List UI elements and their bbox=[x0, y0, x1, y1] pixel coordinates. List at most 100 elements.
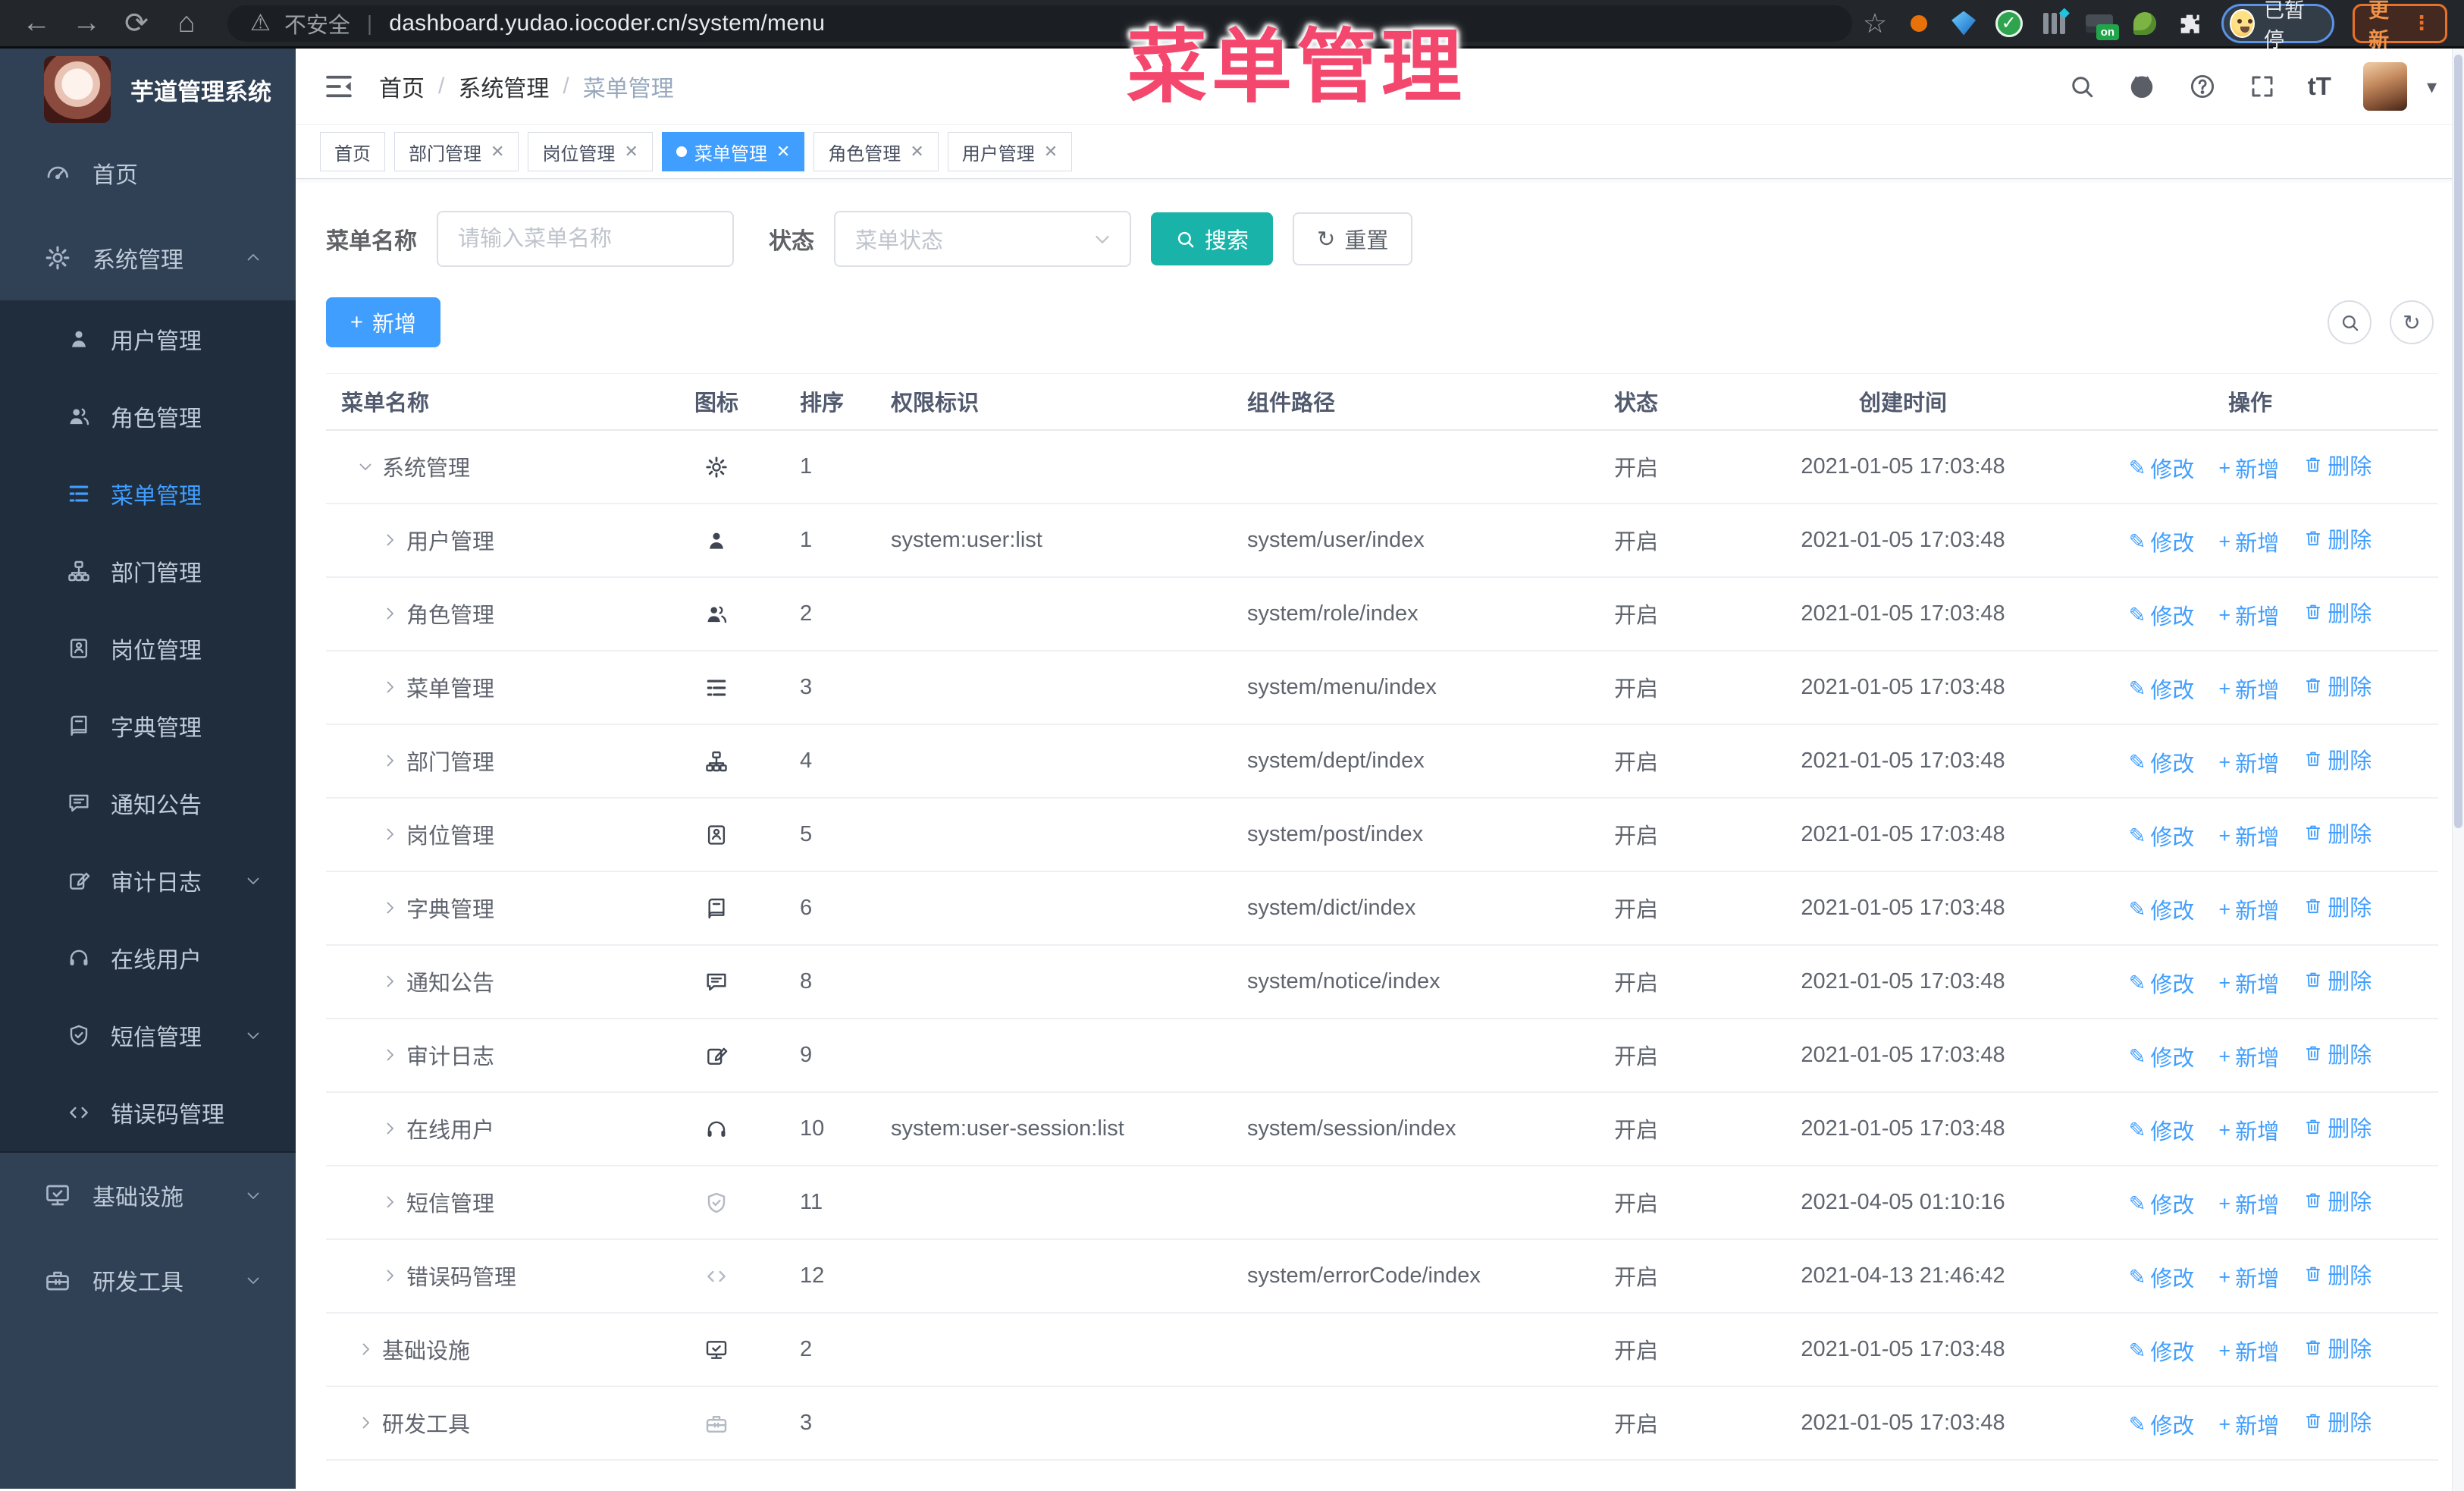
edit-link[interactable]: ✎ 修改 bbox=[2129, 1114, 2195, 1146]
extension-orange-icon[interactable] bbox=[1905, 8, 1932, 39]
delete-link[interactable]: 删除 bbox=[2303, 1111, 2372, 1143]
collapse-arrow-icon[interactable] bbox=[381, 972, 399, 990]
tab-菜单管理[interactable]: 菜单管理 ✕ bbox=[661, 132, 805, 171]
hamburger-icon[interactable] bbox=[323, 71, 355, 102]
extension-leaf-icon[interactable] bbox=[2131, 8, 2158, 39]
add-child-link[interactable]: + 新增 bbox=[2218, 526, 2279, 557]
add-child-link[interactable]: + 新增 bbox=[2218, 820, 2279, 852]
add-child-link[interactable]: + 新增 bbox=[2218, 1041, 2279, 1072]
fullscreen-icon[interactable] bbox=[2249, 73, 2276, 100]
edit-link[interactable]: ✎ 修改 bbox=[2129, 1188, 2195, 1219]
close-icon[interactable]: ✕ bbox=[622, 142, 638, 162]
close-icon[interactable]: ✕ bbox=[908, 142, 923, 162]
user-avatar[interactable] bbox=[2362, 62, 2407, 111]
collapse-arrow-icon[interactable] bbox=[381, 531, 399, 549]
tab-用户管理[interactable]: 用户管理 ✕ bbox=[947, 132, 1073, 171]
delete-link[interactable]: 删除 bbox=[2303, 1332, 2372, 1364]
tab-部门管理[interactable]: 部门管理 ✕ bbox=[394, 132, 519, 171]
edit-link[interactable]: ✎ 修改 bbox=[2129, 1261, 2195, 1293]
scrollbar-thumb[interactable] bbox=[2454, 55, 2462, 828]
help-icon[interactable] bbox=[2188, 72, 2217, 101]
edit-link[interactable]: ✎ 修改 bbox=[2129, 967, 2195, 999]
add-child-link[interactable]: + 新增 bbox=[2218, 452, 2279, 484]
delete-link[interactable]: 删除 bbox=[2303, 964, 2372, 996]
toggle-search-button[interactable] bbox=[2328, 300, 2372, 344]
browser-update-button[interactable]: 更新 ⋮ bbox=[2353, 0, 2448, 52]
sidebar-item-研发工具[interactable]: 研发工具 bbox=[0, 1238, 296, 1323]
extension-check-icon[interactable]: ✓ bbox=[1995, 8, 2023, 39]
add-child-link[interactable]: + 新增 bbox=[2218, 1261, 2279, 1293]
add-child-link[interactable]: + 新增 bbox=[2218, 1408, 2279, 1440]
page-scrollbar[interactable] bbox=[2452, 49, 2464, 1491]
edit-link[interactable]: ✎ 修改 bbox=[2129, 673, 2195, 705]
browser-reload-icon[interactable]: ⟳ bbox=[117, 6, 156, 40]
reset-button[interactable]: ↻ 重置 bbox=[1293, 212, 1413, 265]
search-icon[interactable] bbox=[2068, 73, 2096, 100]
sidebar-item-基础设施[interactable]: 基础设施 bbox=[0, 1153, 296, 1238]
collapse-arrow-icon[interactable] bbox=[381, 752, 399, 770]
sidebar-item-部门管理[interactable]: 部门管理 bbox=[0, 532, 296, 610]
delete-link[interactable]: 删除 bbox=[2303, 1185, 2372, 1216]
sidebar-item-用户管理[interactable]: 用户管理 bbox=[0, 300, 296, 378]
avatar-caret-down-icon[interactable]: ▾ bbox=[2427, 75, 2437, 99]
collapse-arrow-icon[interactable] bbox=[356, 1340, 375, 1358]
edit-link[interactable]: ✎ 修改 bbox=[2129, 893, 2195, 925]
extension-columns-icon[interactable] bbox=[2041, 8, 2070, 39]
tab-角色管理[interactable]: 角色管理 ✕ bbox=[813, 132, 939, 171]
expand-arrow-icon[interactable] bbox=[356, 457, 375, 476]
collapse-arrow-icon[interactable] bbox=[381, 1119, 399, 1138]
edit-link[interactable]: ✎ 修改 bbox=[2129, 526, 2195, 557]
sidebar-logo[interactable]: 芋道管理系统 bbox=[0, 49, 296, 130]
delete-link[interactable]: 删除 bbox=[2303, 743, 2372, 775]
add-child-link[interactable]: + 新增 bbox=[2218, 1114, 2279, 1146]
refresh-button[interactable]: ↻ bbox=[2390, 300, 2434, 344]
edit-link[interactable]: ✎ 修改 bbox=[2129, 599, 2195, 631]
menu-name-input[interactable] bbox=[437, 211, 734, 267]
add-child-link[interactable]: + 新增 bbox=[2218, 1188, 2279, 1219]
collapse-arrow-icon[interactable] bbox=[381, 1193, 399, 1211]
search-button[interactable]: 搜索 bbox=[1151, 212, 1274, 265]
edit-link[interactable]: ✎ 修改 bbox=[2129, 452, 2195, 484]
browser-back-icon[interactable]: ← bbox=[17, 7, 56, 39]
github-icon[interactable] bbox=[2127, 72, 2156, 101]
sidebar-item-通知公告[interactable]: 通知公告 bbox=[0, 764, 296, 842]
delete-link[interactable]: 删除 bbox=[2303, 670, 2372, 702]
sidebar-item-岗位管理[interactable]: 岗位管理 bbox=[0, 610, 296, 687]
sidebar-item-系统管理[interactable]: 系统管理 bbox=[0, 215, 296, 300]
extension-server-icon[interactable]: on bbox=[2086, 8, 2120, 40]
breadcrumb-system[interactable]: 系统管理 bbox=[458, 70, 549, 103]
sidebar-item-审计日志[interactable]: 审计日志 bbox=[0, 842, 296, 919]
collapse-arrow-icon[interactable] bbox=[381, 678, 399, 696]
close-icon[interactable]: ✕ bbox=[489, 142, 504, 162]
extension-gem-icon[interactable] bbox=[1950, 8, 1977, 39]
add-child-link[interactable]: + 新增 bbox=[2218, 746, 2279, 778]
collapse-arrow-icon[interactable] bbox=[381, 825, 399, 843]
edit-link[interactable]: ✎ 修改 bbox=[2129, 1408, 2195, 1440]
status-select[interactable]: 菜单状态 bbox=[834, 211, 1131, 267]
edit-link[interactable]: ✎ 修改 bbox=[2129, 1041, 2195, 1072]
extensions-puzzle-icon[interactable] bbox=[2176, 8, 2202, 39]
browser-menu-dots-icon[interactable]: ⋮ bbox=[2412, 11, 2431, 35]
sidebar-item-短信管理[interactable]: 短信管理 bbox=[0, 997, 296, 1074]
breadcrumb-home[interactable]: 首页 bbox=[379, 70, 425, 103]
browser-home-icon[interactable]: ⌂ bbox=[167, 7, 206, 39]
close-icon[interactable]: ✕ bbox=[1042, 142, 1058, 162]
delete-link[interactable]: 删除 bbox=[2303, 817, 2372, 849]
collapse-arrow-icon[interactable] bbox=[381, 1267, 399, 1285]
collapse-arrow-icon[interactable] bbox=[356, 1414, 375, 1432]
tab-岗位管理[interactable]: 岗位管理 ✕ bbox=[528, 132, 653, 171]
delete-link[interactable]: 删除 bbox=[2303, 523, 2372, 554]
add-child-link[interactable]: + 新增 bbox=[2218, 673, 2279, 705]
browser-profile-badge[interactable]: 已暂停 bbox=[2221, 0, 2335, 52]
sidebar-item-字典管理[interactable]: 字典管理 bbox=[0, 687, 296, 764]
sidebar-item-角色管理[interactable]: 角色管理 bbox=[0, 378, 296, 455]
edit-link[interactable]: ✎ 修改 bbox=[2129, 746, 2195, 778]
font-size-icon[interactable]: tT bbox=[2308, 72, 2331, 101]
sidebar-item-首页[interactable]: 首页 bbox=[0, 130, 296, 215]
bookmark-star-icon[interactable]: ☆ bbox=[1863, 8, 1887, 39]
delete-link[interactable]: 删除 bbox=[2303, 1405, 2372, 1437]
delete-link[interactable]: 删除 bbox=[2303, 890, 2372, 922]
delete-link[interactable]: 删除 bbox=[2303, 1258, 2372, 1290]
add-child-link[interactable]: + 新增 bbox=[2218, 893, 2279, 925]
add-child-link[interactable]: + 新增 bbox=[2218, 1335, 2279, 1367]
